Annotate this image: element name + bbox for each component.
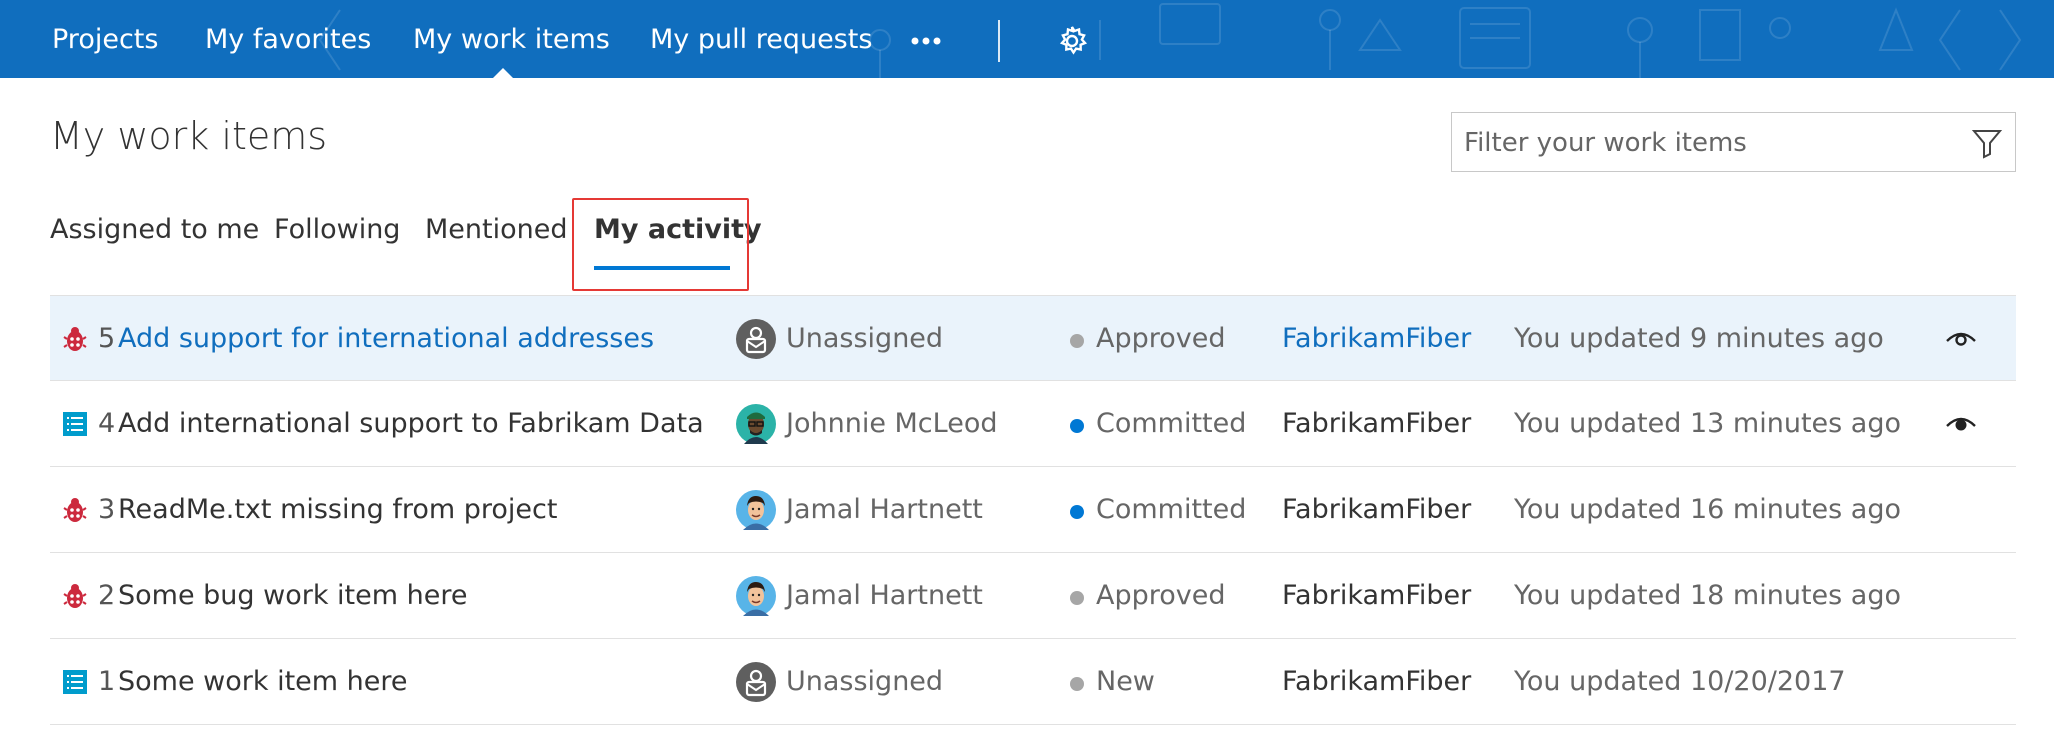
bug-icon <box>63 584 87 608</box>
assignee-name: Johnnie McLeod <box>786 408 998 439</box>
project-link[interactable]: FabrikamFiber <box>1282 296 1471 382</box>
nav-my-work-items[interactable]: My work items <box>413 0 610 78</box>
work-item-title-link[interactable]: Add international support to Fabrikam Da… <box>118 381 704 467</box>
state-indicator-dot <box>1070 591 1084 605</box>
ellipsis-icon[interactable] <box>908 26 944 56</box>
table-row[interactable]: 4 Add international support to Fabrikam … <box>50 381 2016 467</box>
work-item-list: 5 Add support for international addresse… <box>50 295 2016 725</box>
project-name: FabrikamFiber <box>1282 580 1472 611</box>
assignee-name: Jamal Hartnett <box>786 580 983 611</box>
work-item-title-link[interactable]: Add support for international addresses <box>118 296 654 382</box>
gear-icon[interactable] <box>1055 24 1089 58</box>
state-indicator-dot <box>1070 334 1084 348</box>
state-indicator-dot <box>1070 677 1084 691</box>
work-item-id: 5 <box>98 323 116 354</box>
filter-box[interactable] <box>1451 112 2016 172</box>
work-item-id: 3 <box>98 494 116 525</box>
unassigned-avatar <box>736 319 776 359</box>
tab-following[interactable]: Following <box>274 214 400 245</box>
updated-text: You updated 10/20/2017 <box>1514 666 1846 697</box>
assignee-name: Jamal Hartnett <box>786 494 983 525</box>
state-label: Committed <box>1096 494 1247 525</box>
nav-my-pull-requests[interactable]: My pull requests <box>650 0 872 78</box>
assignee-name: Unassigned <box>786 323 944 354</box>
backlog-item-icon <box>63 412 87 436</box>
state-indicator-dot <box>1070 505 1084 519</box>
eye-filled-icon[interactable] <box>1944 409 1978 439</box>
state-label: Approved <box>1096 580 1226 611</box>
table-row[interactable]: 2 Some bug work item here Jamal Hartnett… <box>50 553 2016 639</box>
callout-highlight <box>572 198 749 291</box>
updated-text: You updated 18 minutes ago <box>1514 580 1901 611</box>
bug-icon <box>63 327 87 351</box>
tab-mentioned[interactable]: Mentioned <box>425 214 568 245</box>
jamal-avatar <box>736 576 776 616</box>
work-item-title-link[interactable]: Some work item here <box>118 639 408 725</box>
state-label: Committed <box>1096 408 1247 439</box>
active-nav-indicator <box>492 68 514 78</box>
table-row[interactable]: 5 Add support for international addresse… <box>50 295 2016 381</box>
work-item-title-link[interactable]: ReadMe.txt missing from project <box>118 467 557 553</box>
funnel-icon[interactable] <box>1971 127 2003 159</box>
tab-assigned-to-me[interactable]: Assigned to me <box>50 214 259 245</box>
filter-input[interactable] <box>1462 123 1946 163</box>
state-label: New <box>1096 666 1155 697</box>
table-row[interactable]: 3 ReadMe.txt missing from project Jamal … <box>50 467 2016 553</box>
state-indicator-dot <box>1070 419 1084 433</box>
work-item-id: 4 <box>98 408 116 439</box>
unassigned-avatar <box>736 662 776 702</box>
updated-text: You updated 13 minutes ago <box>1514 408 1901 439</box>
nav-divider <box>998 20 1000 62</box>
top-navigation-bar: Projects My favorites My work items My p… <box>0 0 2054 78</box>
project-name: FabrikamFiber <box>1282 666 1472 697</box>
johnnie-avatar <box>736 404 776 444</box>
project-name: FabrikamFiber <box>1282 494 1472 525</box>
updated-text: You updated 16 minutes ago <box>1514 494 1901 525</box>
eye-outline-icon[interactable] <box>1944 324 1978 354</box>
bug-icon <box>63 498 87 522</box>
work-item-title-link[interactable]: Some bug work item here <box>118 553 467 639</box>
backlog-item-icon <box>63 670 87 694</box>
nav-projects[interactable]: Projects <box>52 0 158 78</box>
state-label: Approved <box>1096 323 1226 354</box>
work-item-id: 1 <box>98 666 116 697</box>
table-row[interactable]: 1 Some work item here Unassigned New Fab… <box>50 639 2016 725</box>
nav-my-favorites[interactable]: My favorites <box>205 0 371 78</box>
project-name: FabrikamFiber <box>1282 408 1472 439</box>
work-item-id: 2 <box>98 580 116 611</box>
page-title: My work items <box>50 114 328 158</box>
updated-text: You updated 9 minutes ago <box>1514 323 1884 354</box>
jamal-avatar <box>736 490 776 530</box>
assignee-name: Unassigned <box>786 666 944 697</box>
